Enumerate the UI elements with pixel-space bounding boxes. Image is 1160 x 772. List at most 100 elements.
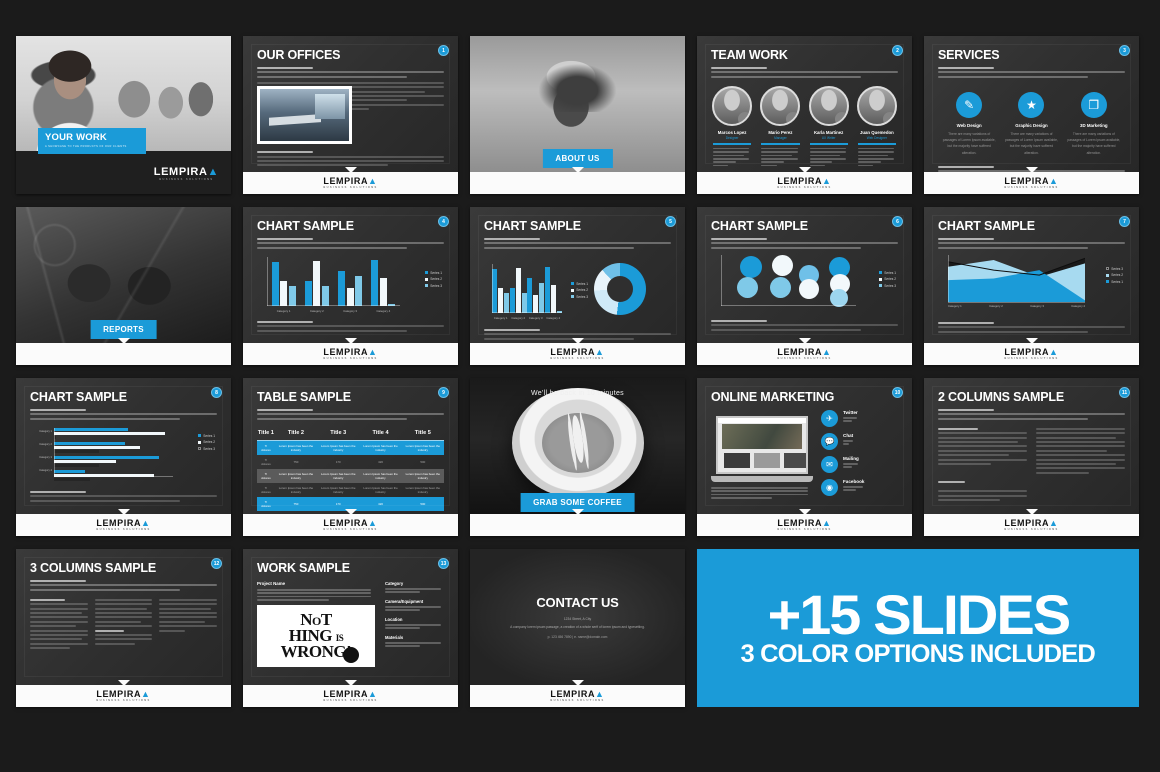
service-item[interactable]: ✎ Web Design There are many variations o… [942,91,996,156]
slide-our-offices[interactable]: OUR OFFICES 1 LEMPIRA▲ BUSINESS SOLUTION… [243,36,458,194]
bar-chart: Category 1 Category 2 Category 3 Categor… [257,256,444,315]
slide-chart-area[interactable]: CHART SAMPLE Category 1 Category 2 Categ… [924,207,1139,365]
slide-three-columns[interactable]: 3 COLUMNS SAMPLE 12 LEMPIRA▲ BUSINESS SO… [16,549,231,707]
slide-work-sample[interactable]: WORK SAMPLE Project Name NOT HING IS WRONG… [243,549,458,707]
table-row[interactable]: Ti dolores Lorem Ipsum has been the indu… [257,468,444,483]
slide-chart-bubble[interactable]: CHART SAMPLE Series 1 Series 2 Series 3 … [697,207,912,365]
x-tick-label: Category 2 [989,303,1003,308]
slide-contact-us[interactable]: CONTACT US 1234 Street, A City A company… [470,549,685,707]
avatar [808,85,849,126]
column-list [30,598,218,652]
coffee-caption: We'll be back in 10 minutes [531,390,624,397]
column-header: Title 2 [274,426,318,441]
data-table: Title 1 Title 2 Title 3 Title 4 Title 5 … [257,426,444,511]
lead-paragraph [30,580,217,591]
table-row[interactable]: Ti dolores 750 170 420 500 [257,455,444,469]
column-header: Title 5 [401,426,444,441]
slide-services[interactable]: SERVICES ✎ Web Design There are many var… [924,36,1139,194]
slide-online-marketing[interactable]: ONLINE MARKETING ✈ Twitter 💬 Chat ✉ Mail… [697,378,912,536]
slide-footer [470,167,685,194]
slide-footer: LEMPIRA▲ BUSINESS SOLUTIONS [243,338,458,365]
body-paragraph [711,487,813,499]
slide-footer: LEMPIRA▲ BUSINESS SOLUTIONS [697,167,912,194]
slide-number-badge: 10 [892,387,903,398]
slide-chart-donut[interactable]: CHART SAMPLE Category 1 Category 2 Categ… [470,207,685,365]
table-cell: 500 [420,459,426,464]
promo-headline: +15 SLIDES [767,582,1071,646]
social-name: Facebook [843,479,865,484]
service-list: ✎ Web Design There are many variations o… [938,91,1125,156]
page-title: ONLINE MARKETING [711,390,835,404]
slide-footer: LEMPIRA▲ BUSINESS SOLUTIONS [16,509,231,536]
social-item[interactable]: ✈ Twitter [821,410,898,427]
slide-chart-bar[interactable]: CHART SAMPLE Category 1 Category 2 Categ… [243,207,458,365]
slide-reports[interactable]: REPORTS [16,207,231,365]
table-cell: Lorem Ipsum has been the industry [405,485,441,494]
social-item[interactable]: ✉ Mailing [821,456,898,473]
table-row[interactable]: Ti dolores Lorem Ipsum has been the indu… [257,440,444,455]
social-item[interactable]: ◉ Facebook [821,479,898,496]
table-cell: Lorem Ipsum has been the industry [363,471,398,480]
social-item[interactable]: 💬 Chat [821,433,898,450]
service-name: 3D Marketing [1080,122,1108,128]
team-member[interactable]: Mario Perez Manager [759,85,801,168]
slide-number-badge: 7 [1119,216,1130,227]
field-label: Materials [385,634,404,640]
lead-paragraph [711,67,898,78]
slide-two-columns[interactable]: 2 COLUMNS SAMPLE 11 LEMPIRA▲ BUSINESS SO… [924,378,1139,536]
bar-chart: Category 1 Category 2 Category 3 Categor… [484,263,588,322]
contact-meta: p. 123 456 7890 | e. name@domain.com [547,634,608,639]
mail-icon: ✉ [821,456,838,473]
avatar [760,85,801,126]
chart-legend: Series 1 Series 2 Series 3 [879,271,896,291]
member-name: Mario Perez [768,129,793,135]
page-title: CONTACT US [536,595,619,611]
slide-cover[interactable]: LEMPIRA▲ BUSINESS SOLUTIONS YOUR WORK A … [16,36,231,194]
table-cell: Lorem Ipsum has been the industry [321,443,356,452]
page-title: CHART SAMPLE [938,219,1035,233]
service-desc: There are many variations of passages of… [1067,131,1121,155]
laptop-illustration [711,416,813,482]
slide-footer: LEMPIRA▲ BUSINESS SOLUTIONS [243,167,458,194]
column-header: Title 4 [359,426,402,441]
team-member[interactable]: Marcos Lopez Designer [711,85,753,168]
facebook-icon: ◉ [821,479,838,496]
promo-banner: +15 SLIDES 3 COLOR OPTIONS INCLUDED [697,549,1139,707]
table-cell: Lorem Ipsum has been the industry [405,471,441,480]
team-member[interactable]: Juan Quemedon Web Designer [856,85,898,168]
slide-number-badge: 11 [1119,387,1130,398]
service-name: Graphic Design [1015,122,1048,128]
field-label: Location [385,616,403,622]
field: Camera/Equipment [385,599,444,611]
x-tick-label: Category 3 [343,308,357,313]
cover-title-tag: YOUR WORK A SHOWCASE TO THE PRODUCTS OF … [38,128,146,154]
cover-subtitle: A SHOWCASE TO THE PRODUCTS OF OUR CLIENT… [45,145,127,148]
slide-about-us[interactable]: ABOUT US [470,36,685,194]
table-cell: Lorem Ipsum has been the industry [278,485,314,494]
service-item[interactable]: ★ Graphic Design There are many variatio… [1004,91,1058,156]
column-list [938,427,1125,504]
page-title: CHART SAMPLE [484,219,581,233]
slide-chart-hbar[interactable]: CHART SAMPLE Category 1 Category 2 Categ… [16,378,231,536]
x-tick-label: Category 4 [376,308,391,313]
column [159,598,218,652]
table-cell: Lorem Ipsum has been the industry [278,443,314,452]
horizontal-bar-chart: Category 1 Category 2 Category 3 Categor… [30,426,217,486]
slide-number-badge: 6 [892,216,903,227]
member-name: Juan Quemedon [860,129,894,135]
slide-number-badge: 12 [211,558,222,569]
chart-legend: Series 1 Series 2 Series 3 [571,282,588,302]
reports-button[interactable]: REPORTS [90,320,157,339]
slide-number-badge: 9 [438,387,449,398]
member-role: Manager [774,136,787,141]
column-header: Title 3 [317,426,360,441]
slide-team-work[interactable]: TEAM WORK Marcos Lopez Designer Mario Pe… [697,36,912,194]
about-us-button[interactable]: ABOUT US [542,149,613,168]
service-item[interactable]: ❐ 3D Marketing There are many variations… [1067,91,1121,156]
slide-coffee[interactable]: We'll be back in 10 minutes GRAB SOME CO… [470,378,685,536]
team-member[interactable]: Karla Martinez UX Writer [808,85,850,168]
table-row[interactable]: Ti dolores Lorem Ipsum has been the indu… [257,483,444,497]
slide-table-sample[interactable]: TABLE SAMPLE Title 1 Title 2 Title 3 Tit… [243,378,458,536]
slide-number-badge: 3 [1119,45,1130,56]
body-paragraph [938,321,1125,333]
